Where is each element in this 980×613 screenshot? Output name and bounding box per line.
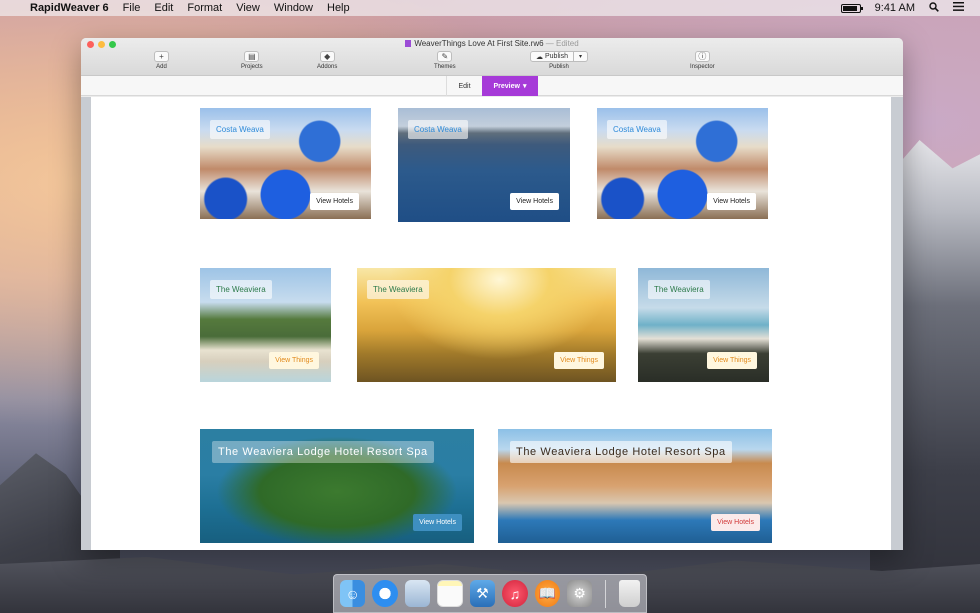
menu-window[interactable]: Window [274, 2, 313, 14]
projects-icon: ▤ [244, 51, 260, 62]
dock: ☺ ⚒ ♫ 📖 ⚙ [333, 574, 647, 613]
themes-button-label: Themes [434, 64, 456, 70]
destination-card[interactable]: The Weaviera View Things [357, 268, 616, 382]
notification-center-icon[interactable] [953, 2, 964, 14]
destination-card[interactable]: The Weaviera View Things [200, 268, 331, 382]
battery-icon[interactable] [840, 3, 863, 13]
view-hotels-button[interactable]: View Hotels [707, 193, 756, 210]
window-title-text: WeaverThings Love At First Site.rw6 [414, 39, 544, 48]
window-title: WeaverThings Love At First Site.rw6 — Ed… [81, 39, 903, 48]
preview-icon[interactable] [404, 580, 431, 607]
view-hotels-button[interactable]: View Hotels [310, 193, 359, 210]
info-icon: ⓘ [694, 51, 710, 62]
menu-bar: RapidWeaver 6 File Edit Format View Wind… [0, 0, 980, 16]
card-title: Costa Weava [607, 120, 667, 139]
trash-icon[interactable] [619, 580, 640, 607]
publish-button[interactable]: ☁ Publish [530, 51, 574, 62]
safari-icon[interactable] [372, 580, 398, 607]
mode-bar: Edit Preview ▾ [81, 76, 903, 96]
itunes-icon[interactable]: ♫ [502, 580, 528, 607]
view-things-button[interactable]: View Things [707, 352, 757, 369]
menu-help[interactable]: Help [327, 2, 350, 14]
add-button[interactable]: + Add [154, 51, 169, 70]
add-button-label: Add [156, 64, 167, 70]
card-title: Costa Weava [408, 120, 468, 139]
document-icon [405, 40, 412, 47]
web-preview-page[interactable]: Costa Weava View Hotels Costa Weava View… [91, 97, 891, 550]
chevron-down-icon: ▾ [578, 54, 582, 60]
destination-card[interactable]: Costa Weava View Hotels [597, 108, 768, 219]
card-title: The Weaviera Lodge Hotel Resort Spa [510, 441, 732, 463]
menu-format[interactable]: Format [187, 2, 222, 14]
destination-card[interactable]: Costa Weava View Hotels [398, 108, 570, 222]
menu-file[interactable]: File [123, 2, 141, 14]
addons-icon: ◆ [319, 51, 335, 62]
card-title: The Weaviera [648, 280, 710, 299]
inspector-button-label: Inspector [690, 64, 715, 70]
destination-card[interactable]: The Weaviera Lodge Hotel Resort Spa View… [200, 429, 474, 543]
cloud-icon: ☁ [536, 53, 543, 61]
publish-options-button[interactable]: ▾ [573, 51, 588, 62]
notes-icon[interactable] [437, 580, 463, 607]
preview-area: Costa Weava View Hotels Costa Weava View… [81, 97, 903, 550]
system-preferences-icon[interactable]: ⚙ [566, 580, 593, 607]
preview-mode-label: Preview [493, 82, 520, 90]
view-hotels-button[interactable]: View Hotels [711, 514, 760, 531]
dock-separator [605, 579, 607, 608]
menu-edit[interactable]: Edit [154, 2, 173, 14]
addons-button[interactable]: ◆ Addons [317, 51, 337, 70]
publish-label: Publish [549, 64, 569, 70]
themes-button[interactable]: ✎ Themes [434, 51, 456, 70]
projects-button[interactable]: ▤ Projects [241, 51, 263, 70]
window-toolbar: WeaverThings Love At First Site.rw6 — Ed… [81, 38, 903, 76]
menu-clock[interactable]: 9:41 AM [875, 2, 915, 14]
addons-button-label: Addons [317, 64, 338, 70]
finder-icon[interactable]: ☺ [340, 580, 366, 607]
publish-group: ☁ Publish ▾ Publish [530, 51, 588, 70]
view-hotels-button[interactable]: View Hotels [413, 514, 462, 531]
view-things-button[interactable]: View Things [554, 352, 604, 369]
app-window: WeaverThings Love At First Site.rw6 — Ed… [81, 38, 903, 550]
menu-view[interactable]: View [236, 2, 260, 14]
inspector-button[interactable]: ⓘ Inspector [690, 51, 715, 70]
card-title: The Weaviera [210, 280, 272, 299]
card-title: Costa Weava [210, 120, 270, 139]
publish-button-text: Publish [545, 53, 568, 60]
xcode-icon[interactable]: ⚒ [469, 580, 496, 607]
themes-icon: ✎ [437, 51, 453, 62]
projects-button-label: Projects [241, 64, 263, 70]
edited-status: — Edited [545, 39, 579, 48]
plus-icon: + [154, 51, 169, 62]
spotlight-search-icon[interactable] [929, 1, 939, 15]
destination-card[interactable]: Costa Weava View Hotels [200, 108, 371, 219]
card-title: The Weaviera Lodge Hotel Resort Spa [212, 441, 434, 463]
preview-mode-tab[interactable]: Preview ▾ [482, 76, 538, 96]
destination-card[interactable]: The Weaviera Lodge Hotel Resort Spa View… [498, 429, 772, 543]
card-title: The Weaviera [367, 280, 429, 299]
view-things-button[interactable]: View Things [269, 352, 319, 369]
ibooks-icon[interactable]: 📖 [534, 580, 560, 607]
view-hotels-button[interactable]: View Hotels [510, 193, 559, 210]
edit-mode-tab[interactable]: Edit [446, 76, 482, 96]
menu-app-name[interactable]: RapidWeaver 6 [30, 2, 109, 14]
destination-card[interactable]: The Weaviera View Things [638, 268, 769, 382]
chevron-down-icon: ▾ [522, 83, 527, 90]
